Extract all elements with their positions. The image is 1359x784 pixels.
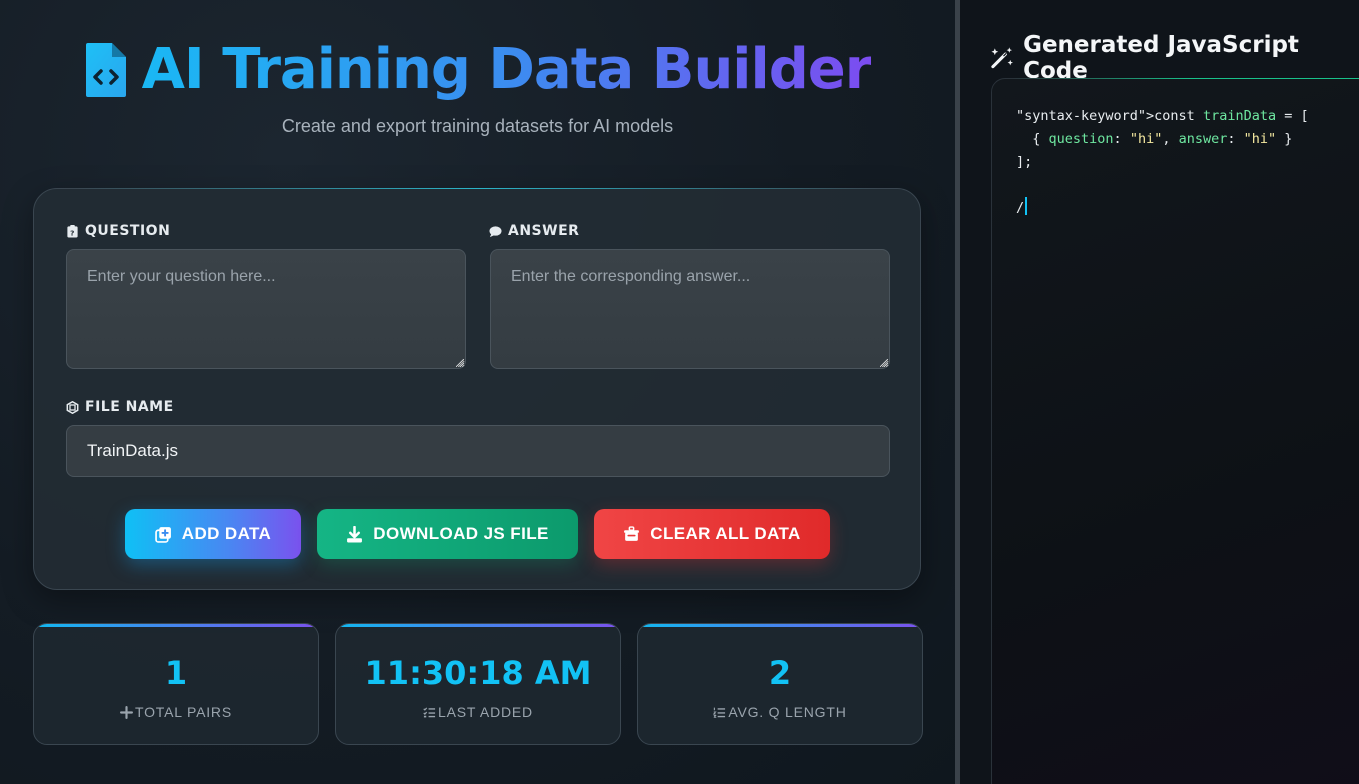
code-panel-header: Generated JavaScript Code xyxy=(990,32,1359,84)
filename-label-text: FILE NAME xyxy=(85,399,174,415)
question-label: ? QUESTION xyxy=(66,223,170,239)
answer-label-text: ANSWER xyxy=(508,223,580,239)
code-output-box[interactable]: "syntax-keyword">const trainData = [ { q… xyxy=(991,78,1359,784)
code-colon: : xyxy=(1113,131,1130,147)
stat-total-pairs-label: TOTAL PAIRS xyxy=(34,704,318,720)
code-line-prefix: "syntax-keyword">const xyxy=(1016,108,1203,124)
comment-icon xyxy=(489,225,502,237)
text-cursor xyxy=(1025,197,1028,215)
stat-last-added-value: 11:30:18 AM xyxy=(364,654,592,692)
svg-text:?: ? xyxy=(70,228,75,237)
question-resize-handle[interactable] xyxy=(456,359,464,367)
stat-avg-q-length: 2 AVG. Q LENGTH xyxy=(637,623,923,745)
magic-wand-icon xyxy=(991,47,1013,69)
app-header: AI Training Data Builder xyxy=(0,34,955,106)
code-line-slash: / xyxy=(1016,200,1025,216)
stat-total-pairs: 1 TOTAL PAIRS xyxy=(33,623,319,745)
add-data-button[interactable]: ADD DATA xyxy=(125,509,301,559)
question-textarea[interactable] xyxy=(66,249,466,369)
code-line-close: ]; xyxy=(1016,154,1033,170)
list-check-icon xyxy=(423,706,436,717)
code-value-question: "hi" xyxy=(1129,131,1163,147)
code-separator: , xyxy=(1162,131,1179,147)
answer-textarea[interactable] xyxy=(490,249,890,369)
page-title: AI Training Data Builder xyxy=(142,34,873,106)
clear-all-button[interactable]: CLEAR ALL DATA xyxy=(594,509,830,559)
code-value-answer: "hi" xyxy=(1243,131,1277,147)
file-signature-icon xyxy=(66,400,79,414)
builder-panel: AI Training Data Builder Create and expo… xyxy=(0,0,955,784)
file-code-icon xyxy=(85,43,126,97)
code-key-question: question xyxy=(1048,131,1114,147)
download-icon xyxy=(347,525,363,542)
page-subtitle: Create and export training datasets for … xyxy=(281,116,674,136)
clipboard-question-icon: ? xyxy=(67,224,78,237)
square-plus-icon xyxy=(154,526,171,543)
download-js-button[interactable]: DOWNLOAD JS FILE xyxy=(317,509,578,559)
stat-last-added: 11:30:18 AM LAST ADDED xyxy=(335,623,621,745)
code-colon: : xyxy=(1227,131,1244,147)
question-label-text: QUESTION xyxy=(85,223,171,239)
code-var-name: trainData xyxy=(1202,108,1277,124)
code-entry-close: } xyxy=(1276,131,1293,147)
stat-last-added-label: LAST ADDED xyxy=(336,704,620,720)
question-field-wrap xyxy=(66,249,466,369)
stat-label-text: TOTAL PAIRS xyxy=(135,704,232,720)
dumpster-icon xyxy=(624,525,640,541)
input-form-card: ? QUESTION ANSWER FILE NAME xyxy=(33,188,921,590)
code-output: "syntax-keyword">const trainData = [ { q… xyxy=(1016,105,1309,220)
plus-icon xyxy=(120,705,133,719)
clear-all-label: CLEAR ALL DATA xyxy=(650,524,801,543)
code-entry-open: { xyxy=(1016,131,1049,147)
stat-total-pairs-value: 1 xyxy=(164,654,188,692)
stat-avg-q-length-value: 2 xyxy=(768,654,792,692)
code-panel: Generated JavaScript Code "syntax-keywor… xyxy=(960,0,1359,784)
filename-label: FILE NAME xyxy=(66,399,174,415)
code-line-suffix: = [ xyxy=(1276,108,1309,124)
stat-label-text: LAST ADDED xyxy=(438,704,533,720)
add-data-label: ADD DATA xyxy=(181,524,272,543)
stat-label-text: AVG. Q LENGTH xyxy=(728,704,847,720)
answer-resize-handle[interactable] xyxy=(880,359,888,367)
code-key-answer: answer xyxy=(1178,131,1228,147)
download-js-label: DOWNLOAD JS FILE xyxy=(373,524,549,543)
stat-avg-q-length-label: AVG. Q LENGTH xyxy=(638,704,922,720)
list-ol-icon xyxy=(713,707,726,718)
answer-label: ANSWER xyxy=(489,223,579,239)
answer-field-wrap xyxy=(490,249,890,369)
code-panel-title: Generated JavaScript Code xyxy=(1023,32,1299,84)
filename-input[interactable] xyxy=(66,425,890,477)
